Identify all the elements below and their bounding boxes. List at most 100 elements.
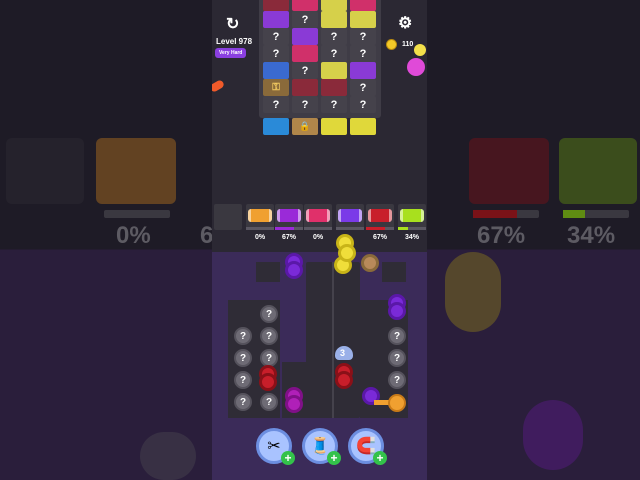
padlock-icon: 🔒 [299,121,311,131]
spool-slot [398,204,426,230]
hidden-thread-ball[interactable]: ? [388,327,406,345]
left-slot-column [256,262,280,282]
spool-progress-bar [275,227,303,230]
fabric-tile-yellow [350,118,376,135]
level-label: Level 978 [216,37,253,46]
fabric-tile-hidden: ? [292,96,318,113]
bg-spool-orange [96,138,176,204]
booster-add-button[interactable]: + [327,451,341,465]
fabric-tile-hidden: ? [350,28,376,45]
fabric-tile-purple [263,11,289,28]
fabric-tile-hidden: ? [263,96,289,113]
coin-icon [386,39,397,50]
fabric-tile-hidden: ? [321,96,347,113]
fabric-tile-hidden: ? [263,45,289,62]
empty-spool-slot [214,204,242,230]
magnet-icon: 🧲 [356,438,376,455]
fabric-tile-pink [292,0,318,11]
fabric-tile-purple [292,28,318,45]
bg-percent-right-b: 34% [567,222,616,249]
bg-thread-purple [523,400,583,470]
bg-percent-right-a: 67% [477,222,526,249]
spool-icon [277,209,301,222]
fabric-tile-yellow [321,0,347,11]
spool-progress-bar [366,227,394,230]
bg-spool-red [469,138,549,204]
thread-magenta[interactable] [285,395,303,413]
fabric-tile-yellow [350,11,376,28]
thread-tan[interactable] [361,254,379,272]
spool-slot [275,204,303,230]
thread-red[interactable] [259,373,277,391]
spool-progress-bar [336,227,364,230]
spool-percent: 67% [372,234,387,241]
fabric-tile-hidden: ? [321,28,347,45]
hidden-thread-ball[interactable]: ? [234,349,252,367]
booster-add-button[interactable]: + [281,451,295,465]
hidden-thread-ball[interactable]: ? [260,327,278,345]
hidden-thread-ball[interactable]: ? [388,349,406,367]
spool-percent: 0% [254,234,266,241]
thread-red[interactable] [335,371,353,389]
fabric-tile-yellow [321,118,347,135]
bg-progress-bar [104,210,170,218]
fabric-tile-hidden: ? [321,45,347,62]
bg-spool-green [559,138,637,204]
fabric-tile-red [263,0,289,11]
coin-count: 110 [402,41,414,48]
spool-icon [338,209,362,222]
thread-purple[interactable] [285,261,303,279]
spool-progress-bar [398,227,426,230]
fabric-tile-hidden: ? [263,28,289,45]
background-left-blur: 0% 6 [0,0,213,480]
conveyor-divider [332,262,334,418]
thread-orange-knob[interactable] [388,394,406,412]
spool-percent: 0% [312,234,324,241]
bg-thread-yellow [445,252,501,332]
restart-icon[interactable]: ↻ [226,14,239,34]
thread-spool-icon: 🧵 [310,438,330,455]
thread-purple[interactable] [388,302,406,320]
spool-percent: 67% [281,234,296,241]
fabric-tile-red [292,79,318,96]
fabric-tile-hidden: ? [350,96,376,113]
fabric-tile-blue [263,62,289,79]
spool-icon [248,209,272,222]
game-screen: ↻ Level 978 Very Hard ⚙ 110 ? ? ? ? ? ? … [212,0,427,480]
fabric-tile-yellow [321,62,347,79]
fabric-tile-hidden: ? [350,79,376,96]
hidden-thread-ball[interactable]: ? [234,371,252,389]
key-tile: ⚿ [263,79,289,96]
right-slot-column [382,262,406,282]
spool-icon [306,209,330,222]
fabric-tile-red [321,79,347,96]
fabric-wall: ? ? ? ? ? ? ? ? ⚿ ? ? ? ? ? [259,0,381,118]
hidden-thread-ball[interactable]: ? [260,393,278,411]
spool-slot [336,204,364,230]
fabric-tile-hidden: ? [350,45,376,62]
bg-progress-bar-green [563,210,629,218]
thread-yellow[interactable] [338,244,356,262]
fabric-tile-pink [350,0,376,11]
bg-question-ball [140,432,196,480]
hidden-thread-ball[interactable]: ? [388,371,406,389]
booster-add-button[interactable]: + [373,451,387,465]
fabric-tile-hidden: ? [292,62,318,79]
key-icon: ⚿ [272,82,280,93]
spool-percent: 34% [404,234,419,241]
scissors-icon: ✂ [267,438,281,455]
spool-slot [246,204,274,230]
hidden-thread-ball[interactable]: ? [234,327,252,345]
fabric-tile-yellow [321,11,347,28]
hidden-thread-ball[interactable]: ? [234,393,252,411]
stack-count: 3 [340,348,346,358]
difficulty-badge: Very Hard [215,48,247,58]
settings-gear-icon[interactable]: ⚙ [398,13,412,33]
bg-progress-bar-red [473,210,539,218]
hidden-thread-ball[interactable]: ? [260,305,278,323]
spool-slot [304,204,332,230]
background-right-blur: 67% 34% [427,0,640,480]
fabric-tile-purple [350,62,376,79]
fabric-tile-hidden: ? [292,11,318,28]
button-pink-icon [407,58,425,76]
